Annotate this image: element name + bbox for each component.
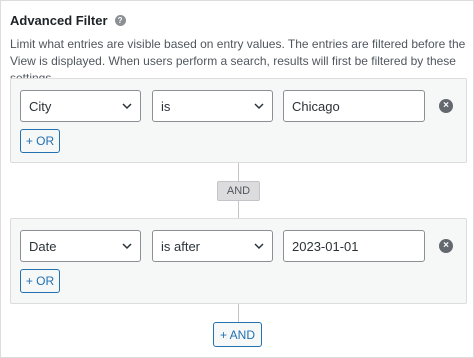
- panel-title: Advanced Filter: [10, 13, 108, 28]
- value-input-text: Chicago: [292, 98, 340, 114]
- filter-group-1: City is Chicago × + OR: [10, 78, 467, 163]
- filter-group-2: Date is after 2023-01-01 × + OR: [10, 218, 467, 304]
- connector-line: [238, 201, 239, 218]
- remove-condition-icon[interactable]: ×: [439, 99, 453, 113]
- operator-select-value: is after: [161, 238, 201, 254]
- add-and-button[interactable]: + AND: [213, 322, 262, 347]
- field-select-value: Date: [29, 238, 57, 254]
- and-connector-badge: AND: [217, 181, 260, 201]
- connector-line: [238, 304, 239, 322]
- add-or-button[interactable]: + OR: [20, 269, 60, 293]
- field-select-value: City: [29, 98, 52, 114]
- operator-select-value: is: [161, 98, 171, 114]
- title-row: Advanced Filter ?: [10, 13, 126, 28]
- advanced-filter-panel: Advanced Filter ? Limit what entries are…: [0, 0, 474, 358]
- remove-condition-icon[interactable]: ×: [439, 239, 453, 253]
- operator-select[interactable]: is: [152, 90, 273, 122]
- value-input-text: 2023-01-01: [292, 238, 359, 254]
- operator-select[interactable]: is after: [152, 230, 273, 262]
- field-select[interactable]: City: [20, 90, 141, 122]
- chevron-down-icon: [122, 103, 132, 110]
- value-input[interactable]: 2023-01-01: [283, 230, 425, 262]
- value-input[interactable]: Chicago: [283, 90, 425, 122]
- chevron-down-icon: [122, 243, 132, 250]
- chevron-down-icon: [254, 103, 264, 110]
- chevron-down-icon: [254, 243, 264, 250]
- add-or-button[interactable]: + OR: [20, 129, 60, 153]
- connector-line: [238, 163, 239, 181]
- question-circle-icon[interactable]: ?: [114, 15, 126, 26]
- field-select[interactable]: Date: [20, 230, 141, 262]
